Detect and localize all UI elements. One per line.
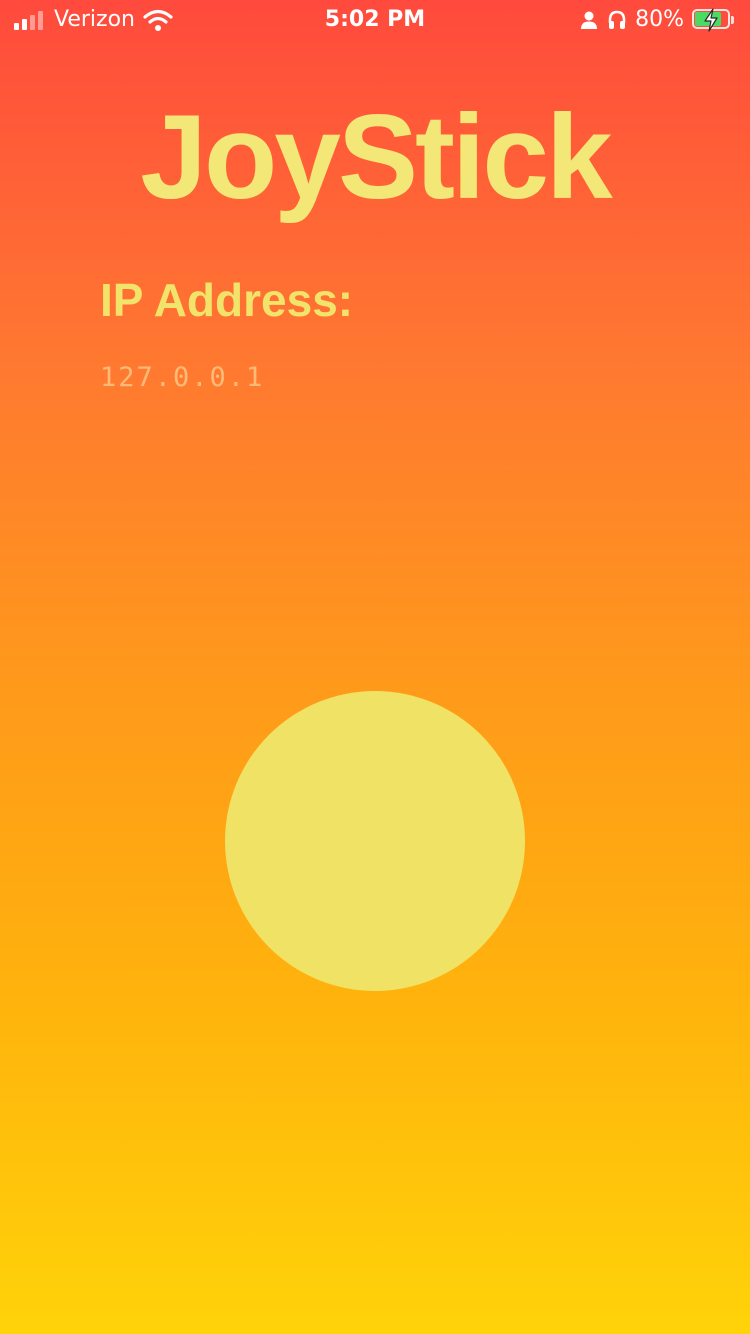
ip-address-label: IP Address: — [100, 274, 354, 326]
battery-percent: 80% — [635, 7, 684, 32]
joystick-knob[interactable] — [225, 691, 525, 991]
charging-bolt-icon — [704, 8, 718, 32]
ip-address-input[interactable] — [100, 355, 580, 399]
headphones-icon — [608, 10, 626, 29]
status-right: 80% — [579, 8, 736, 32]
person-icon — [581, 11, 598, 29]
app-title: JoyStick — [140, 90, 613, 224]
status-bar: Verizon 5:02 PM 80% — [0, 0, 750, 40]
battery-icon — [692, 8, 736, 32]
battery-tip — [731, 16, 734, 24]
